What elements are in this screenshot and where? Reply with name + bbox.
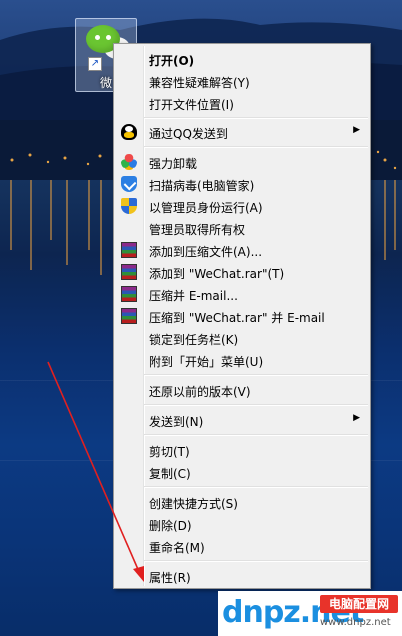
menu-item-label: 复制(C) [149,467,191,481]
menu-item-scan-virus[interactable]: 扫描病毒(电脑管家) [116,173,368,195]
menu-item-label: 添加到 "WeChat.rar"(T) [149,267,285,281]
menu-separator [144,560,368,562]
menu-item-create-shortcut[interactable]: 创建快捷方式(S) [116,491,368,513]
context-menu: 打开(O) 兼容性疑难解答(Y) 打开文件位置(I) 通过QQ发送到 ▶ 强力卸… [113,43,371,589]
menu-item-label: 通过QQ发送到 [149,127,228,141]
menu-item-force-uninstall[interactable]: 强力卸载 [116,151,368,173]
winrar-icon [121,242,137,258]
submenu-arrow-icon: ▶ [353,413,360,423]
menu-item-label: 创建快捷方式(S) [149,497,238,511]
menu-item-label: 还原以前的版本(V) [149,385,251,399]
menu-item-send-to[interactable]: 发送到(N) ▶ [116,409,368,431]
menu-item-label: 重命名(M) [149,541,205,555]
winrar-icon [121,264,137,280]
menu-item-label: 锁定到任务栏(K) [149,333,239,347]
menu-item-label: 打开文件位置(I) [149,98,234,112]
menu-item-label: 打开(O) [149,54,195,68]
watermark-url: www.dnpz.net [320,617,391,628]
menu-item-label: 以管理员身份运行(A) [149,201,263,215]
uninstall-icon [121,154,137,170]
menu-item-label: 扫描病毒(电脑管家) [149,179,255,193]
watermark-badge: 电脑配置网 [320,595,398,613]
menu-item-label: 属性(R) [149,571,191,585]
winrar-icon [121,286,137,302]
desktop-icon-label: 微 [100,76,113,90]
menu-item-label: 附到「开始」菜单(U) [149,355,264,369]
menu-item-label: 添加到压缩文件(A)... [149,245,263,259]
menu-separator [144,486,368,488]
menu-item-label: 管理员取得所有权 [149,223,246,237]
menu-item-compress-to-rar-and-email[interactable]: 压缩到 "WeChat.rar" 并 E-mail [116,305,368,327]
menu-separator [144,117,368,119]
submenu-arrow-icon: ▶ [353,125,360,135]
menu-item-send-via-qq[interactable]: 通过QQ发送到 ▶ [116,121,368,143]
menu-item-label: 强力卸载 [149,157,198,171]
menu-item-label: 压缩到 "WeChat.rar" 并 E-mail [149,311,325,325]
menu-item-compat-troubleshoot[interactable]: 兼容性疑难解答(Y) [116,70,368,92]
menu-item-label: 发送到(N) [149,415,204,429]
winrar-icon [121,308,137,324]
menu-item-label: 兼容性疑难解答(Y) [149,76,250,90]
menu-separator [144,146,368,148]
menu-item-properties[interactable]: 属性(R) [116,565,368,587]
menu-item-cut[interactable]: 剪切(T) [116,439,368,461]
qq-icon [121,124,137,140]
menu-item-copy[interactable]: 复制(C) [116,461,368,483]
menu-item-label: 压缩并 E-mail... [149,289,238,303]
menu-item-add-to-wechat-rar[interactable]: 添加到 "WeChat.rar"(T) [116,261,368,283]
menu-item-add-to-archive[interactable]: 添加到压缩文件(A)... [116,239,368,261]
menu-item-pin-to-start[interactable]: 附到「开始」菜单(U) [116,349,368,371]
menu-separator [144,404,368,406]
menu-item-label: 剪切(T) [149,445,190,459]
menu-separator [144,434,368,436]
menu-item-open-file-location[interactable]: 打开文件位置(I) [116,92,368,114]
menu-item-take-ownership[interactable]: 管理员取得所有权 [116,217,368,239]
menu-item-open[interactable]: 打开(O) [116,48,368,70]
shortcut-arrow-icon: ↗ [88,57,102,71]
menu-item-label: 删除(D) [149,519,192,533]
menu-item-run-as-admin[interactable]: 以管理员身份运行(A) [116,195,368,217]
uac-shield-icon [121,198,137,214]
menu-item-compress-and-email[interactable]: 压缩并 E-mail... [116,283,368,305]
watermark: dnpz.net 电脑配置网 www.dnpz.net [218,591,402,636]
menu-item-delete[interactable]: 删除(D) [116,513,368,535]
menu-item-rename[interactable]: 重命名(M) [116,535,368,557]
menu-separator [144,374,368,376]
menu-item-restore-previous-versions[interactable]: 还原以前的版本(V) [116,379,368,401]
menu-item-pin-to-taskbar[interactable]: 锁定到任务栏(K) [116,327,368,349]
pc-manager-shield-icon [121,176,137,192]
